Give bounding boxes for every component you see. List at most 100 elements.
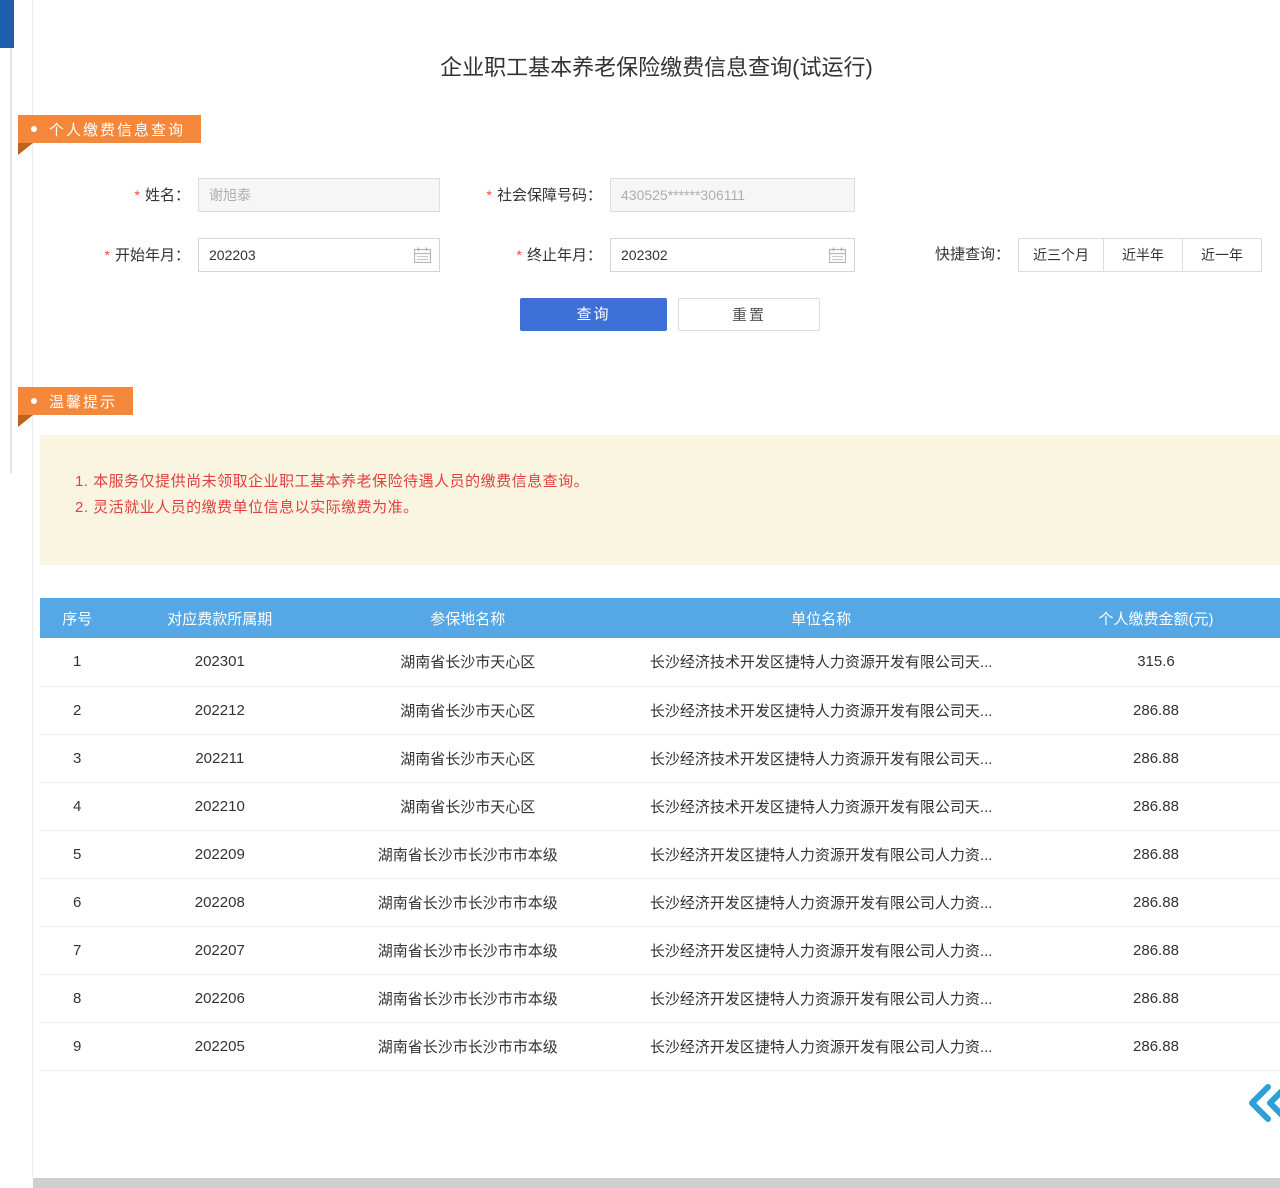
section-header-tips: 温馨提示 (18, 387, 133, 415)
bottom-scroll-strip[interactable] (33, 1178, 1280, 1188)
results-table: 序号 对应费款所属期 参保地名称 单位名称 个人缴费金额(元) 1202301湖… (40, 598, 1280, 1071)
ssn-field-label: *社会保障号码： (430, 178, 602, 212)
table-header-row: 序号 对应费款所属期 参保地名称 单位名称 个人缴费金额(元) (40, 598, 1280, 638)
bullet-dot-icon (31, 126, 37, 132)
table-row: 7202207湖南省长沙市长沙市市本级长沙经济开发区捷特人力资源开发有限公司人力… (40, 926, 1280, 974)
table-row: 3202211湖南省长沙市天心区长沙经济技术开发区捷特人力资源开发有限公司天..… (40, 734, 1280, 782)
table-header-employer: 单位名称 (610, 598, 1032, 638)
table-cell: 6 (40, 878, 114, 926)
table-cell: 315.6 (1032, 638, 1280, 686)
table-cell: 9 (40, 1022, 114, 1070)
table-cell: 3 (40, 734, 114, 782)
double-chevron-left-icon[interactable] (1248, 1084, 1280, 1124)
table-cell: 1 (40, 638, 114, 686)
table-cell: 202205 (114, 1022, 325, 1070)
table-cell: 湖南省长沙市长沙市市本级 (325, 926, 610, 974)
table-cell: 长沙经济开发区捷特人力资源开发有限公司人力资... (610, 926, 1032, 974)
quick-query-last-year-button[interactable]: 近一年 (1182, 238, 1262, 272)
tips-line-1: 1. 本服务仅提供尚未领取企业职工基本养老保险待遇人员的缴费信息查询。 (75, 469, 1260, 495)
quick-query-last-half-year-button[interactable]: 近半年 (1103, 238, 1183, 272)
tips-line-2: 2. 灵活就业人员的缴费单位信息以实际缴费为准。 (75, 495, 1260, 521)
table-cell: 202206 (114, 974, 325, 1022)
section-header-query: 个人缴费信息查询 (18, 115, 201, 143)
table-row: 4202210湖南省长沙市天心区长沙经济技术开发区捷特人力资源开发有限公司天..… (40, 782, 1280, 830)
name-input[interactable]: 谢旭泰 (198, 178, 440, 212)
table-row: 1202301湖南省长沙市天心区长沙经济技术开发区捷特人力资源开发有限公司天..… (40, 638, 1280, 686)
table-cell: 202209 (114, 830, 325, 878)
start-month-input[interactable]: 202203 (198, 238, 440, 272)
table-cell: 2 (40, 686, 114, 734)
table-cell: 7 (40, 926, 114, 974)
ribbon-fold-decoration (18, 415, 33, 427)
table-cell: 湖南省长沙市长沙市市本级 (325, 878, 610, 926)
tips-box: 1. 本服务仅提供尚未领取企业职工基本养老保险待遇人员的缴费信息查询。 2. 灵… (40, 435, 1280, 565)
table-header-period: 对应费款所属期 (114, 598, 325, 638)
required-marker: * (135, 187, 140, 203)
table-cell: 202301 (114, 638, 325, 686)
quick-query-group: 近三个月 近半年 近一年 (1018, 238, 1262, 272)
table-cell: 长沙经济技术开发区捷特人力资源开发有限公司天... (610, 782, 1032, 830)
table-cell: 202208 (114, 878, 325, 926)
table-cell: 湖南省长沙市天心区 (325, 734, 610, 782)
calendar-icon[interactable] (829, 247, 846, 263)
table-cell: 202212 (114, 686, 325, 734)
required-marker: * (487, 187, 492, 203)
table-cell: 湖南省长沙市长沙市市本级 (325, 1022, 610, 1070)
reset-button[interactable]: 重置 (678, 298, 820, 331)
table-row: 2202212湖南省长沙市天心区长沙经济技术开发区捷特人力资源开发有限公司天..… (40, 686, 1280, 734)
table-body: 1202301湖南省长沙市天心区长沙经济技术开发区捷特人力资源开发有限公司天..… (40, 638, 1280, 1070)
table-cell: 长沙经济开发区捷特人力资源开发有限公司人力资... (610, 974, 1032, 1022)
table-cell: 286.88 (1032, 974, 1280, 1022)
table-cell: 286.88 (1032, 782, 1280, 830)
table-cell: 长沙经济开发区捷特人力资源开发有限公司人力资... (610, 1022, 1032, 1070)
table-cell: 长沙经济技术开发区捷特人力资源开发有限公司天... (610, 638, 1032, 686)
table-cell: 湖南省长沙市天心区 (325, 686, 610, 734)
table-cell: 长沙经济技术开发区捷特人力资源开发有限公司天... (610, 734, 1032, 782)
sidebar-collapsed-tab[interactable] (0, 0, 14, 48)
section-header-tips-label: 温馨提示 (49, 391, 117, 412)
quick-query-last-3-months-button[interactable]: 近三个月 (1018, 238, 1104, 272)
table-cell: 湖南省长沙市长沙市市本级 (325, 830, 610, 878)
table-header-insured-place: 参保地名称 (325, 598, 610, 638)
quick-query-label: 快捷查询： (905, 238, 1010, 272)
start-month-field-label: *开始年月： (60, 238, 190, 272)
table-row: 9202205湖南省长沙市长沙市市本级长沙经济开发区捷特人力资源开发有限公司人力… (40, 1022, 1280, 1070)
calendar-icon[interactable] (414, 247, 431, 263)
table-cell: 8 (40, 974, 114, 1022)
end-month-field-label: *终止年月： (430, 238, 602, 272)
table-cell: 286.88 (1032, 926, 1280, 974)
table-cell: 286.88 (1032, 686, 1280, 734)
table-cell: 湖南省长沙市天心区 (325, 782, 610, 830)
table-cell: 5 (40, 830, 114, 878)
table-cell: 4 (40, 782, 114, 830)
table-cell: 286.88 (1032, 878, 1280, 926)
ribbon-fold-decoration (18, 143, 33, 155)
bullet-dot-icon (31, 398, 37, 404)
table-cell: 长沙经济开发区捷特人力资源开发有限公司人力资... (610, 878, 1032, 926)
section-header-query-label: 个人缴费信息查询 (49, 119, 185, 140)
table-cell: 湖南省长沙市长沙市市本级 (325, 974, 610, 1022)
table-row: 6202208湖南省长沙市长沙市市本级长沙经济开发区捷特人力资源开发有限公司人力… (40, 878, 1280, 926)
table-header-amount: 个人缴费金额(元) (1032, 598, 1280, 638)
sidebar-divider (10, 48, 12, 473)
table-cell: 长沙经济开发区捷特人力资源开发有限公司人力资... (610, 830, 1032, 878)
table-cell: 286.88 (1032, 1022, 1280, 1070)
table-cell: 湖南省长沙市天心区 (325, 638, 610, 686)
end-month-input[interactable]: 202302 (610, 238, 855, 272)
query-button[interactable]: 查询 (520, 298, 667, 331)
table-row: 5202209湖南省长沙市长沙市市本级长沙经济开发区捷特人力资源开发有限公司人力… (40, 830, 1280, 878)
left-sidebar-rail (0, 0, 33, 1178)
table-cell: 长沙经济技术开发区捷特人力资源开发有限公司天... (610, 686, 1032, 734)
table-cell: 286.88 (1032, 830, 1280, 878)
table-cell: 202207 (114, 926, 325, 974)
table-cell: 202211 (114, 734, 325, 782)
required-marker: * (105, 247, 110, 263)
name-field-label: *姓名： (60, 178, 190, 212)
table-cell: 286.88 (1032, 734, 1280, 782)
table-row: 8202206湖南省长沙市长沙市市本级长沙经济开发区捷特人力资源开发有限公司人力… (40, 974, 1280, 1022)
page-title: 企业职工基本养老保险缴费信息查询(试运行) (33, 50, 1280, 82)
table-header-seq: 序号 (40, 598, 114, 638)
required-marker: * (517, 247, 522, 263)
ssn-input[interactable]: 430525******306111 (610, 178, 855, 212)
table-cell: 202210 (114, 782, 325, 830)
